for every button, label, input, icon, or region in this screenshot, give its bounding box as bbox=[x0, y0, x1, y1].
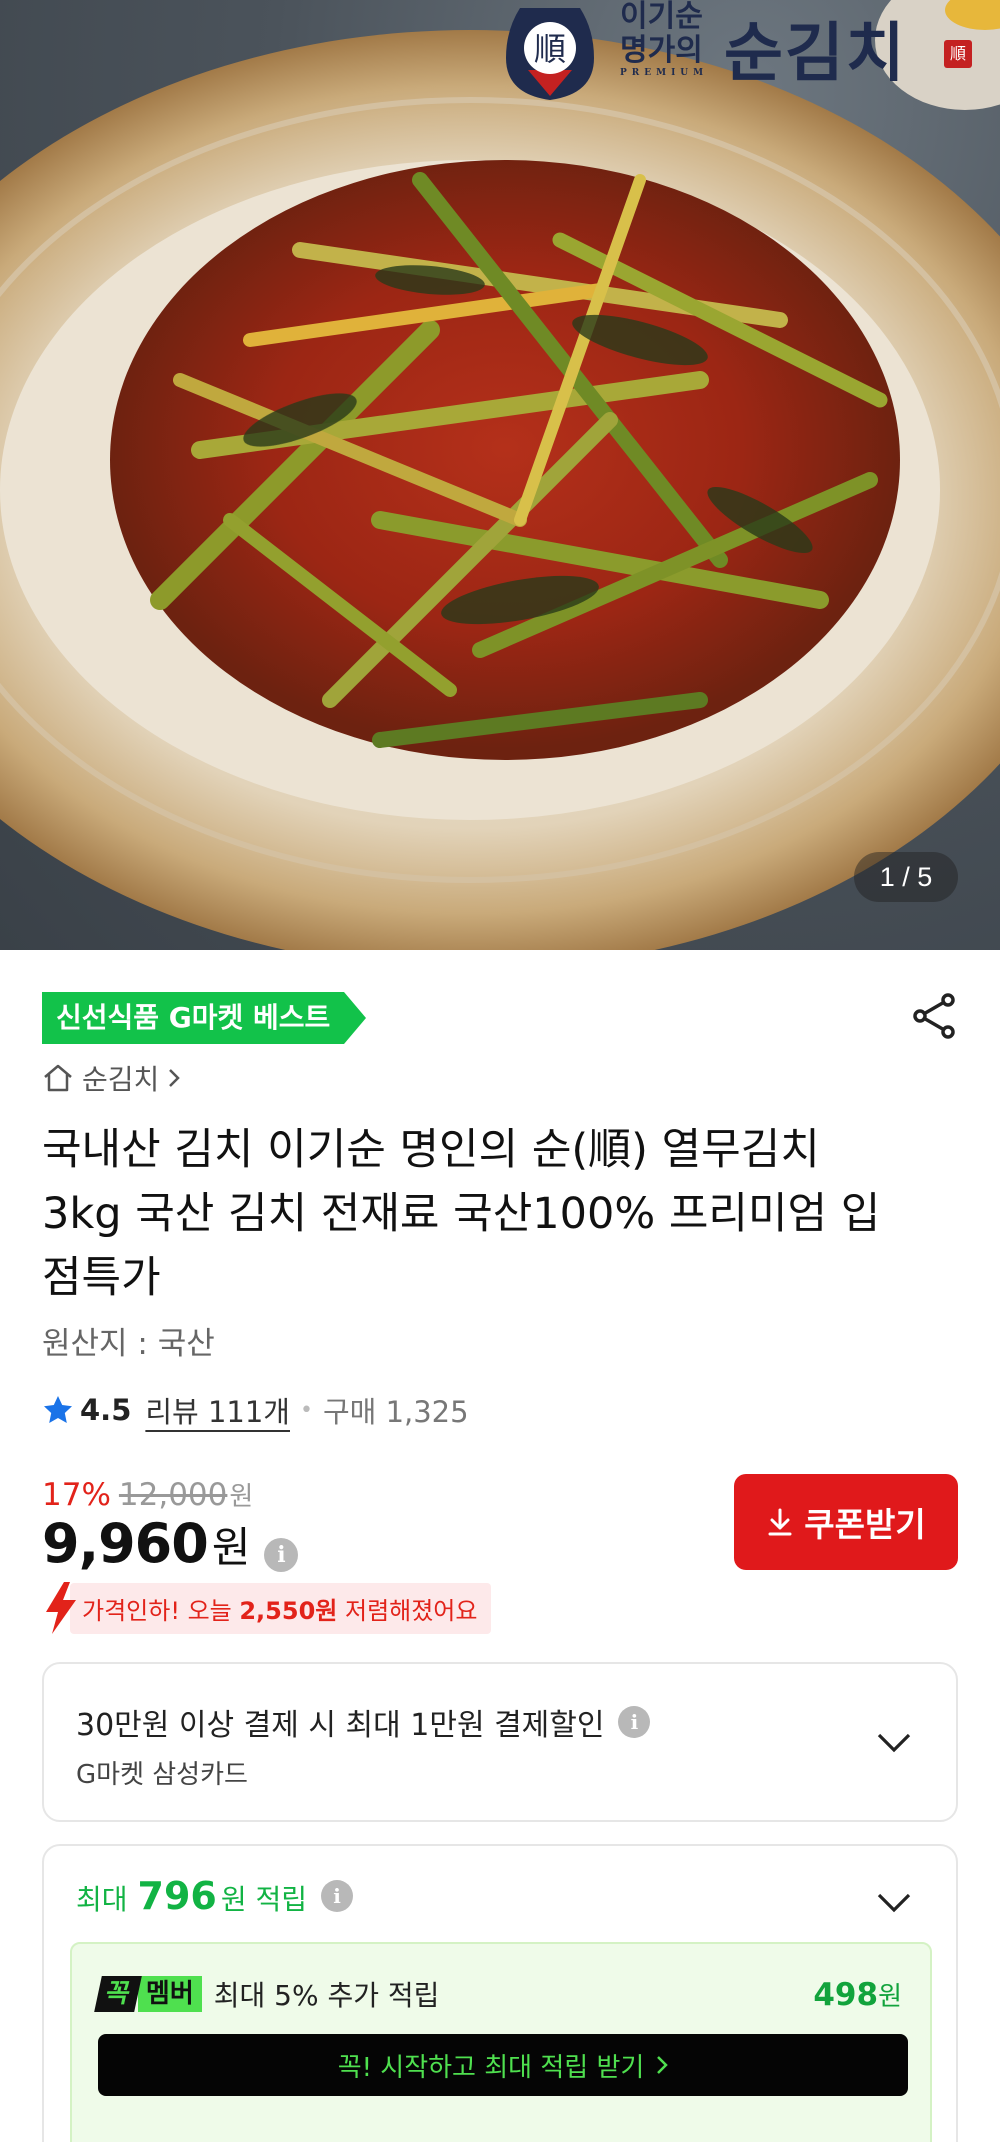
chevron-down-icon[interactable] bbox=[876, 1732, 912, 1754]
chevron-down-icon[interactable] bbox=[876, 1892, 912, 1914]
separator-dot: • bbox=[300, 1397, 313, 1423]
discount-info: 17% 12,000 원 bbox=[42, 1476, 253, 1513]
badge-tail bbox=[344, 992, 367, 1044]
best-seller-badge[interactable]: 신선식품 G마켓 베스트 bbox=[42, 992, 367, 1044]
payment-card-name: G마켓 삼성카드 bbox=[76, 1760, 248, 1790]
rating-summary: 4.5 리뷰 111개 • 구매 1,325 bbox=[42, 1388, 469, 1432]
purchase-count: 구매 1,325 bbox=[322, 1395, 469, 1429]
payment-discount-title-row: 30만원 이상 결제 시 최대 1만원 결제할인 i bbox=[76, 1700, 651, 1744]
star-icon bbox=[44, 1396, 72, 1423]
share-icon[interactable] bbox=[908, 990, 960, 1042]
original-price-unit: 원 bbox=[229, 1482, 254, 1512]
membership-amount: 498원 bbox=[813, 1976, 902, 2013]
product-title: 국내산 김치 이기순 명인의 순(順) 열무김치 3kg 국산 김치 전재료 국… bbox=[42, 1125, 881, 1303]
points-header: 최대 796 원 적립 i bbox=[76, 1874, 354, 1918]
lightning-icon bbox=[46, 1582, 76, 1634]
kimchi-plate-illustration bbox=[0, 0, 1000, 950]
download-icon bbox=[768, 1508, 792, 1536]
current-price: 9,960 원 i bbox=[42, 1512, 299, 1575]
membership-start-label: 꼭! 시작하고 최대 적립 받기 bbox=[337, 2052, 645, 2083]
home-icon bbox=[44, 1064, 72, 1092]
image-counter: 1 / 5 bbox=[854, 852, 958, 902]
points-amount: 796 bbox=[137, 1874, 217, 1918]
membership-start-button[interactable]: 꼭! 시작하고 최대 적립 받기 bbox=[98, 2034, 908, 2096]
review-count-link[interactable]: 리뷰 111개 bbox=[145, 1389, 290, 1431]
brand-seal: 順 bbox=[944, 40, 972, 68]
coupon-download-button[interactable]: 쿠폰받기 bbox=[734, 1474, 958, 1570]
payment-discount-title: 30만원 이상 결제 시 최대 1만원 결제할인 bbox=[76, 1708, 605, 1743]
discount-rate: 17% bbox=[42, 1477, 111, 1513]
brand-name: 순김치 bbox=[724, 16, 907, 91]
breadcrumb-store-link[interactable]: 순김치 bbox=[82, 1058, 159, 1098]
sale-price: 9,960 bbox=[42, 1512, 209, 1575]
brand-subtitle: 이기순 명가의 PREMIUM bbox=[620, 0, 720, 78]
rating-score: 4.5 bbox=[80, 1393, 132, 1427]
price-info-icon[interactable]: i bbox=[264, 1538, 299, 1572]
price-drop-notice: 가격인하! 오늘 2,550원 저렴해졌어요 bbox=[42, 1582, 492, 1634]
chevron-right-icon bbox=[657, 2056, 669, 2074]
membership-benefit: 최대 5% 추가 적립 bbox=[213, 1979, 440, 2012]
svg-text:順: 順 bbox=[534, 30, 566, 68]
points-suffix: 원 적립 bbox=[220, 1883, 308, 1916]
breadcrumb[interactable]: 순김치 bbox=[42, 1058, 181, 1098]
chevron-right-icon bbox=[169, 1069, 181, 1087]
original-price: 12,000 bbox=[118, 1477, 228, 1513]
product-image[interactable]: 順 이기순 명가의 PREMIUM 순김치 順 1 / 5 bbox=[0, 0, 1000, 950]
payment-info-icon[interactable]: i bbox=[618, 1706, 651, 1738]
membership-row: 꼭 멤버 최대 5% 추가 적립 498원 bbox=[94, 1974, 902, 2014]
price-drop-message: 가격인하! 오늘 2,550원 저렴해졌어요 bbox=[70, 1582, 492, 1634]
points-info-icon[interactable]: i bbox=[321, 1880, 354, 1912]
points-card[interactable]: 최대 796 원 적립 i 꼭 멤버 최대 5% 추가 적립 498원 꼭! 시… bbox=[42, 1844, 958, 2142]
product-origin: 원산지 : 국산 bbox=[42, 1326, 215, 1362]
payment-discount-card[interactable]: 30만원 이상 결제 시 최대 1만원 결제할인 i G마켓 삼성카드 bbox=[42, 1662, 958, 1822]
points-prefix: 최대 bbox=[76, 1883, 128, 1916]
brand-premium: PREMIUM bbox=[620, 68, 709, 78]
best-seller-badge-label: 신선식품 G마켓 베스트 bbox=[42, 992, 345, 1044]
price-unit: 원 bbox=[211, 1523, 251, 1572]
brand-logo: 順 이기순 명가의 PREMIUM 순김치 順 bbox=[498, 0, 978, 100]
brand-jar-icon: 順 bbox=[506, 8, 594, 100]
membership-box: 꼭 멤버 최대 5% 추가 적립 498원 꼭! 시작하고 최대 적립 받기 bbox=[70, 1942, 932, 2142]
coupon-button-label: 쿠폰받기 bbox=[804, 1505, 926, 1544]
membership-logo: 꼭 멤버 bbox=[94, 1976, 202, 2012]
